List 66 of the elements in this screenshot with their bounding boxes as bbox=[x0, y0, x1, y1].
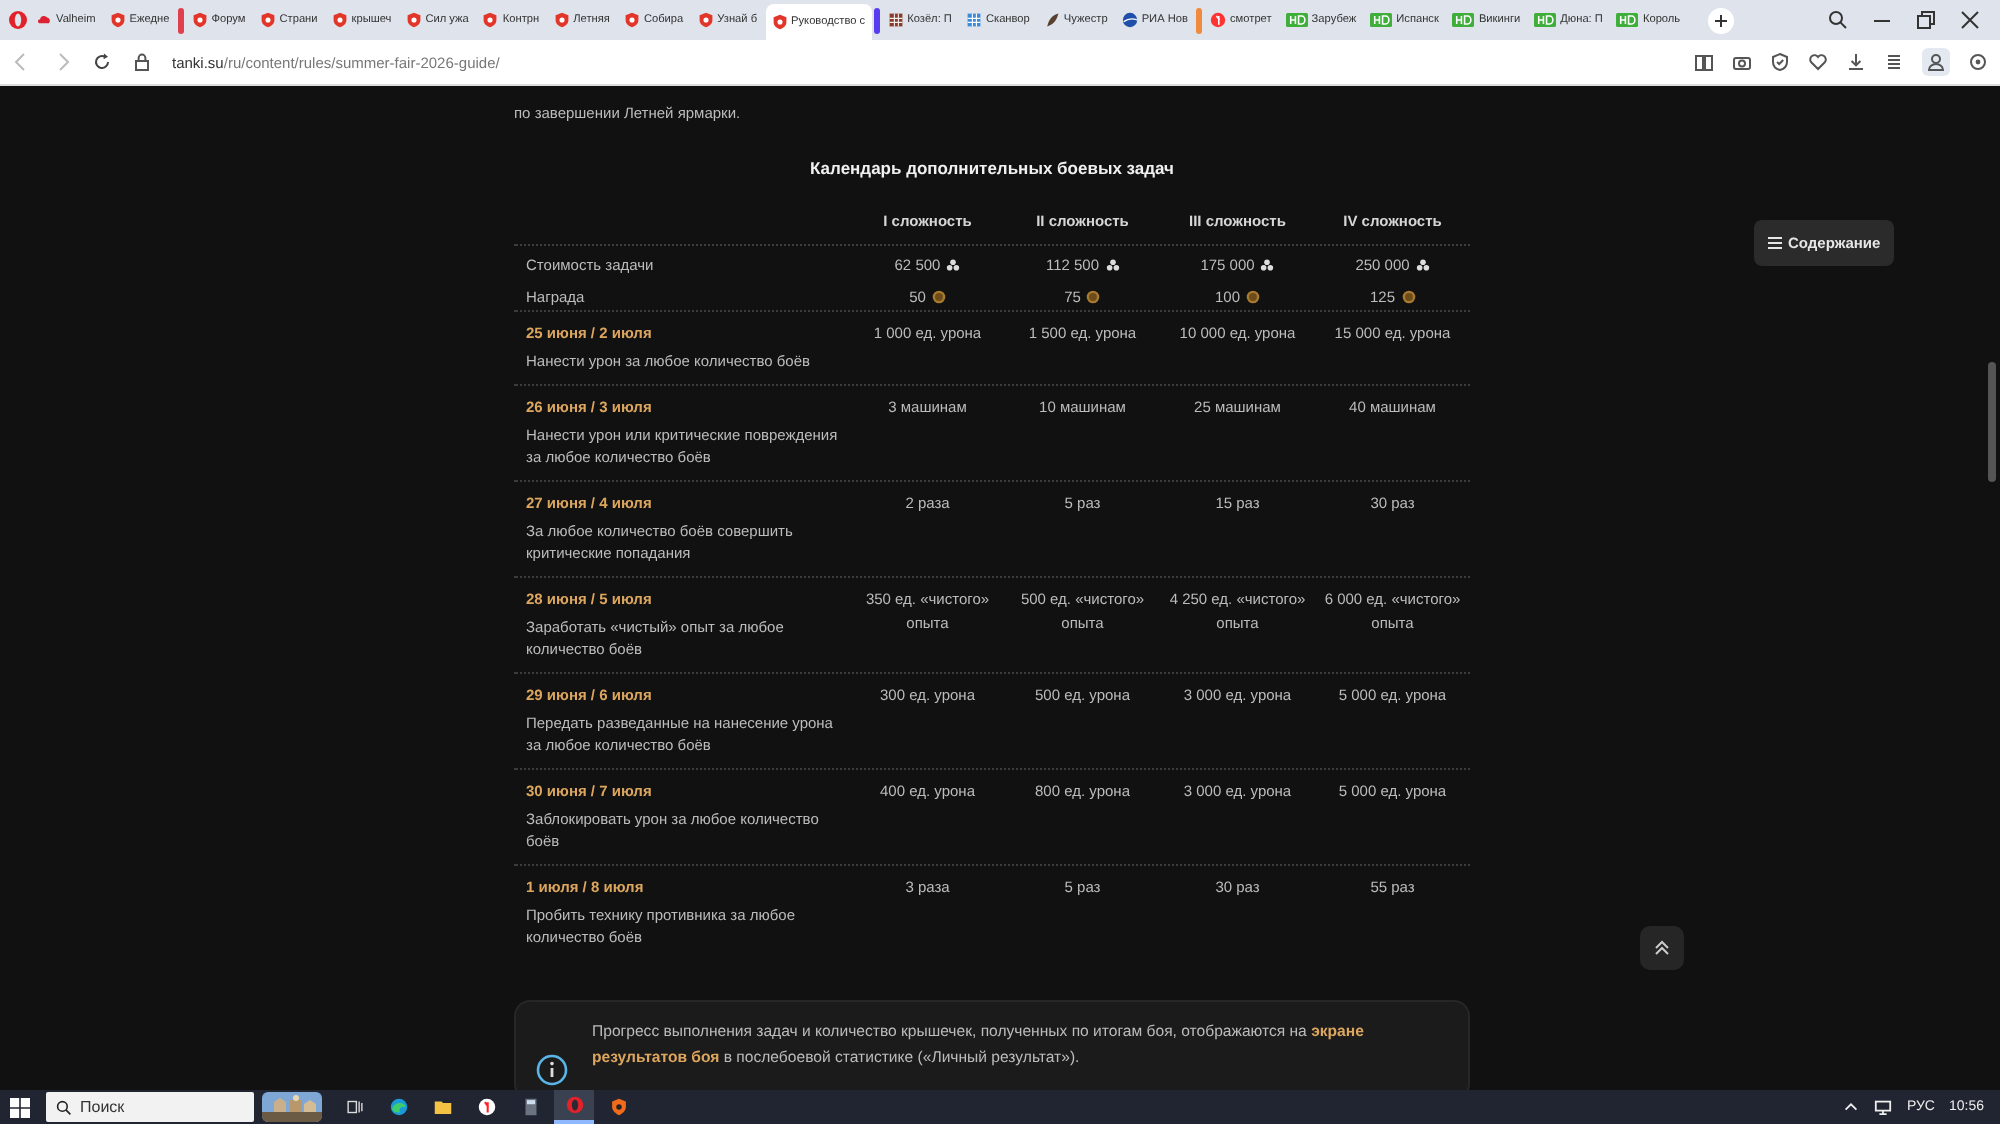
search-icon[interactable] bbox=[1828, 10, 1848, 30]
task-view-icon bbox=[343, 1096, 365, 1118]
chevron-up-icon[interactable] bbox=[1842, 1098, 1861, 1116]
settings-icon[interactable] bbox=[1968, 52, 1988, 72]
shield-icon bbox=[109, 12, 126, 28]
hd-badge-icon bbox=[1534, 12, 1557, 28]
coin-icon bbox=[1086, 290, 1101, 304]
hd-badge-icon bbox=[1285, 12, 1308, 28]
plus-icon bbox=[1714, 13, 1729, 27]
yandex-icon bbox=[475, 1096, 497, 1118]
double-chevron-up-icon bbox=[1654, 940, 1670, 956]
table-title: Календарь дополнительных боевых задач bbox=[808, 158, 1176, 180]
folder-icon bbox=[431, 1096, 453, 1118]
coin-icon bbox=[1401, 290, 1415, 304]
hd-badge-icon bbox=[1370, 12, 1393, 28]
windows-start-icon[interactable] bbox=[10, 1097, 30, 1117]
cap-pile-icon bbox=[946, 258, 961, 272]
search-icon bbox=[56, 1099, 72, 1115]
close-icon[interactable] bbox=[1960, 10, 1980, 30]
network-icon[interactable] bbox=[1874, 1098, 1893, 1116]
reload-icon[interactable] bbox=[92, 52, 112, 72]
tab-group-marker[interactable] bbox=[873, 7, 880, 33]
profile-icon[interactable] bbox=[1922, 48, 1950, 76]
heart-icon[interactable] bbox=[1808, 52, 1828, 72]
cap-pile-icon bbox=[1105, 258, 1120, 272]
shield-icon bbox=[405, 12, 422, 28]
scroll-top-button[interactable] bbox=[1640, 926, 1684, 970]
coin-icon bbox=[931, 290, 946, 304]
yandex-icon bbox=[1210, 12, 1226, 28]
scrollbar-thumb[interactable] bbox=[1988, 362, 1996, 482]
globe-icon bbox=[1121, 12, 1138, 28]
grid-icon bbox=[965, 12, 982, 28]
new-tab-button[interactable] bbox=[1708, 7, 1735, 33]
camera-icon[interactable] bbox=[1732, 52, 1752, 72]
info-icon bbox=[536, 1053, 568, 1085]
coin-icon bbox=[1246, 290, 1260, 304]
cloud-icon bbox=[36, 12, 52, 28]
menu-icon bbox=[1768, 236, 1782, 250]
shield-icon bbox=[771, 14, 788, 30]
hd-badge-icon bbox=[1452, 12, 1475, 28]
shield-icon bbox=[331, 12, 348, 28]
taskbar-search-field[interactable]: Поиск bbox=[46, 1092, 254, 1122]
opera-logo-icon[interactable] bbox=[8, 10, 28, 30]
cap-pile-icon bbox=[1260, 258, 1275, 272]
shield-check-icon[interactable] bbox=[1770, 52, 1790, 72]
shield-icon bbox=[697, 12, 714, 28]
restore-icon[interactable] bbox=[1916, 10, 1936, 30]
download-icon[interactable] bbox=[1846, 52, 1866, 72]
shield-icon bbox=[259, 12, 276, 28]
tanki-icon bbox=[607, 1096, 629, 1118]
opera-icon bbox=[563, 1094, 585, 1116]
tab-group-marker[interactable] bbox=[1196, 7, 1202, 33]
edge-icon bbox=[387, 1096, 409, 1118]
feather-icon bbox=[1043, 12, 1060, 28]
tab-group-marker[interactable] bbox=[177, 7, 184, 33]
lock-icon bbox=[132, 52, 152, 72]
grid-icon bbox=[887, 12, 904, 28]
shield-icon bbox=[553, 12, 570, 28]
taskbar-app-button[interactable] bbox=[554, 1090, 594, 1124]
shield-icon bbox=[191, 12, 208, 28]
hd-badge-icon bbox=[1616, 12, 1639, 28]
list-icon[interactable] bbox=[1884, 52, 1904, 72]
cap-pile-icon bbox=[1415, 258, 1430, 272]
shield-icon bbox=[623, 12, 640, 28]
shield-icon bbox=[482, 12, 499, 28]
book-icon[interactable] bbox=[1694, 52, 1714, 72]
